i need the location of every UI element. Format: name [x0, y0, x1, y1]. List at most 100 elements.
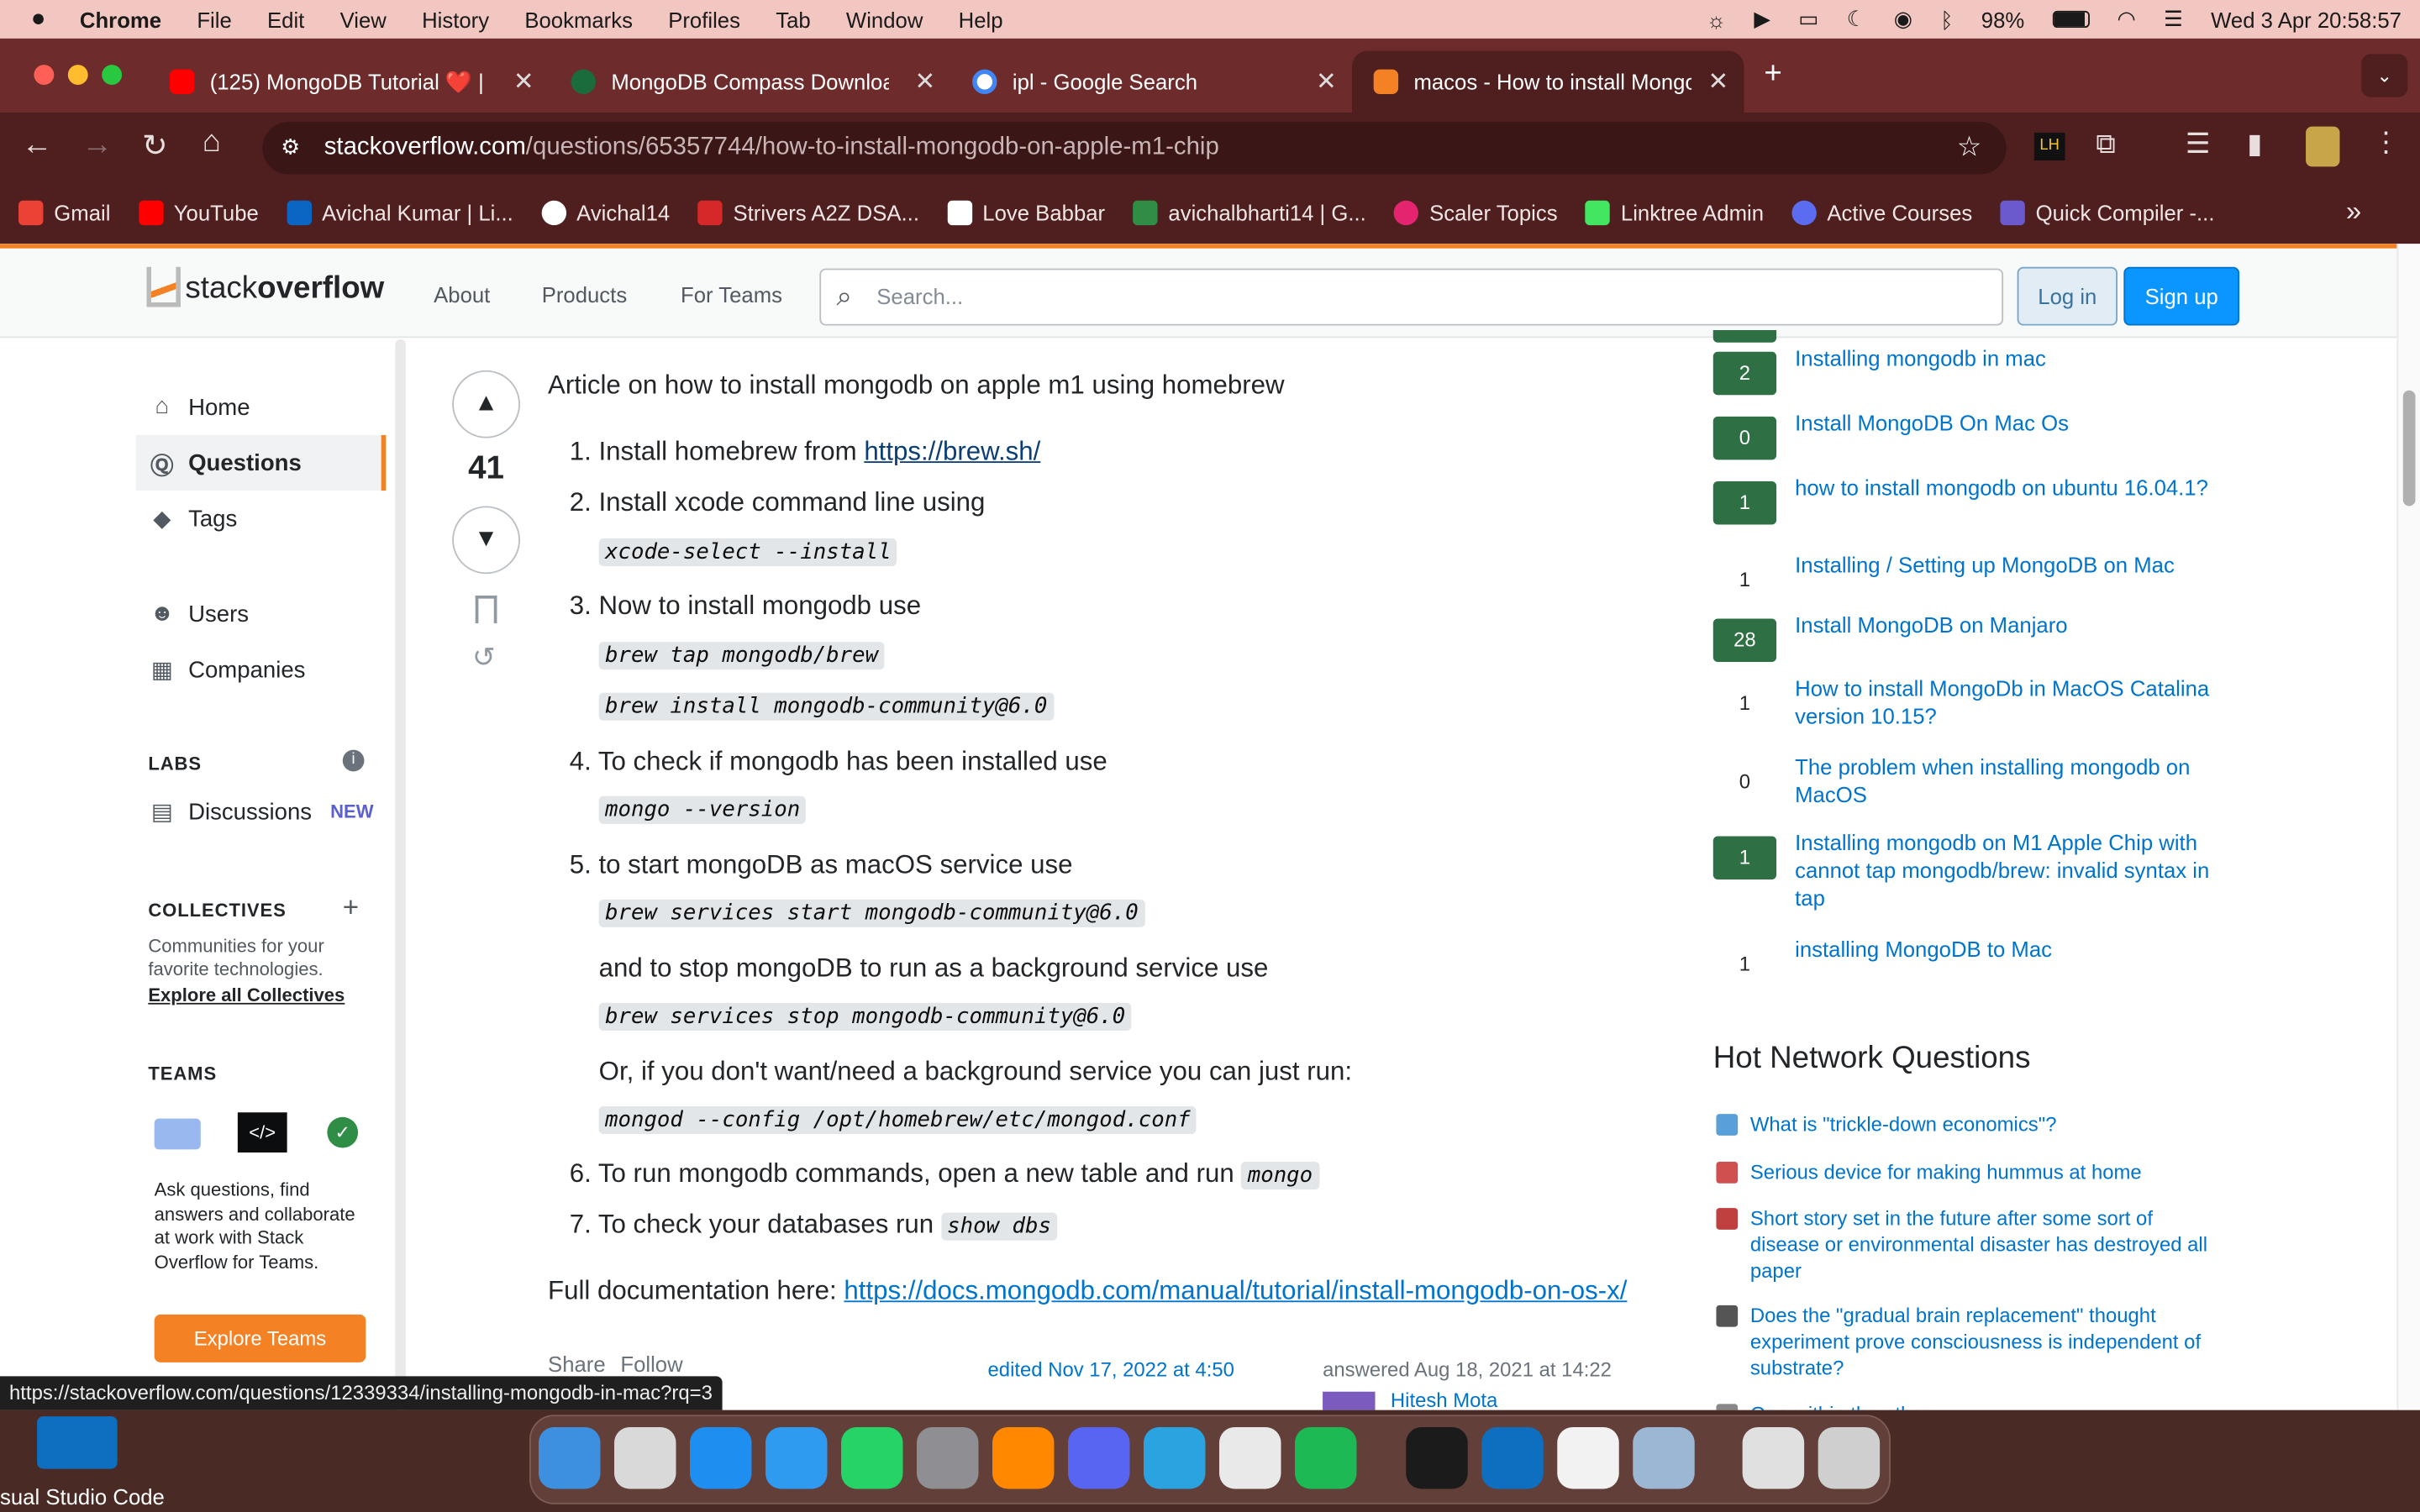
related-question-link[interactable]: The problem when installing mongodb on M…	[1795, 753, 2234, 808]
sidebar-item-companies[interactable]: ▦ Companies	[136, 642, 387, 697]
related-question-link[interactable]: Install MongoDB On Mac Os	[1795, 409, 2234, 437]
bookmark-youtube[interactable]: YouTube	[138, 200, 259, 226]
vscode-window-thumb[interactable]	[37, 1416, 118, 1469]
profile-avatar[interactable]	[2306, 126, 2340, 167]
more-bookmarks-icon[interactable]: »	[2346, 196, 2361, 228]
tab-search-button[interactable]: ⌄	[2361, 54, 2408, 97]
bookmark-github[interactable]: Avichal14	[540, 200, 670, 226]
window-minimize-button[interactable]	[67, 65, 88, 86]
battery-icon[interactable]	[2052, 10, 2090, 29]
explore-collectives-link[interactable]: Explore all Collectives	[148, 984, 345, 1006]
menu-profiles[interactable]: Profiles	[668, 7, 740, 31]
tab-youtube[interactable]: (125) MongoDB Tutorial ❤️ | M ✕	[148, 51, 550, 113]
related-question-link[interactable]: Install MongoDB on Manjaro	[1795, 611, 2234, 638]
bookmark-gmail[interactable]: Gmail	[18, 200, 110, 226]
terminal-icon[interactable]	[1406, 1426, 1468, 1489]
discord-icon[interactable]	[1068, 1426, 1130, 1489]
follow-link[interactable]: Follow	[620, 1352, 682, 1376]
finder-icon[interactable]	[539, 1426, 601, 1489]
hot-question-link[interactable]: Short story set in the future after some…	[1750, 1205, 2213, 1284]
info-icon[interactable]: i	[342, 749, 365, 772]
menubar-clock[interactable]: Wed 3 Apr 20:58:57	[2211, 7, 2402, 31]
docs-link[interactable]: https://docs.mongodb.com/manual/tutorial…	[844, 1276, 1627, 1305]
sidebar-item-users[interactable]: ☻ Users	[136, 586, 387, 642]
battery-percent[interactable]: 98%	[1981, 7, 2024, 31]
bookmark-gfg[interactable]: avichalbharti14 | G...	[1133, 200, 1366, 226]
side-panel-icon[interactable]: ▮	[2247, 128, 2262, 160]
menu-help[interactable]: Help	[959, 7, 1003, 31]
lighthouse-extension-icon[interactable]: LH	[2033, 132, 2065, 161]
apple-icon[interactable]: ●	[31, 5, 46, 33]
chrome-icon[interactable]	[1219, 1426, 1281, 1489]
new-tab-button[interactable]: +	[1764, 57, 1781, 92]
sidebar-item-discussions[interactable]: ▤ Discussions NEW	[136, 784, 387, 839]
safari-icon[interactable]	[765, 1426, 828, 1489]
preview-icon[interactable]	[1633, 1426, 1695, 1489]
bookmark-quick-compiler[interactable]: Quick Compiler -...	[2000, 200, 2214, 226]
related-question-link[interactable]: Installing mongodb in mac	[1795, 344, 2234, 372]
telegram-icon[interactable]	[1144, 1426, 1206, 1489]
app-store-icon[interactable]	[690, 1426, 752, 1489]
bookmark-icon[interactable]	[475, 595, 497, 624]
user-icon[interactable]: ◉	[1894, 6, 1912, 32]
stackoverflow-logo[interactable]: stackoverflow	[146, 266, 384, 307]
related-question-link[interactable]: installing MongoDB to Mac	[1795, 935, 2234, 963]
author-avatar[interactable]	[1323, 1391, 1376, 1410]
edited-timestamp[interactable]: edited Nov 17, 2022 at 4:50	[988, 1357, 1234, 1381]
sidebar-item-tags[interactable]: ◆ Tags	[136, 491, 387, 546]
bookmark-active-courses[interactable]: Active Courses	[1791, 200, 1972, 226]
close-tab-icon[interactable]: ✕	[1708, 66, 1729, 97]
spotify-icon[interactable]	[1295, 1426, 1357, 1489]
bookmark-linktree[interactable]: Linktree Admin	[1585, 200, 1764, 226]
share-link[interactable]: Share	[548, 1352, 606, 1376]
menu-tab[interactable]: Tab	[776, 7, 810, 31]
tab-google-search[interactable]: ipl - Google Search ✕	[950, 51, 1352, 113]
explore-teams-button[interactable]: Explore Teams	[154, 1314, 366, 1362]
close-tab-icon[interactable]: ✕	[1316, 66, 1337, 97]
control-center-icon[interactable]: ☰	[2164, 6, 2183, 32]
nav-for-teams[interactable]: For Teams	[681, 282, 782, 307]
mongodb-compass-icon[interactable]	[1557, 1426, 1619, 1489]
downvote-button[interactable]: ▼	[452, 506, 520, 575]
address-bar[interactable]: ⚙ stackoverflow.com/questions/65357744/h…	[262, 122, 2007, 175]
site-info-icon[interactable]: ⚙	[281, 134, 300, 160]
bookmark-scaler[interactable]: Scaler Topics	[1393, 200, 1558, 226]
window-zoom-button[interactable]	[102, 65, 123, 86]
close-tab-icon[interactable]: ✕	[914, 66, 935, 97]
related-question-link[interactable]: How to install MongoDb in MacOS Catalina…	[1795, 675, 2234, 730]
close-tab-icon[interactable]: ✕	[513, 66, 534, 97]
menu-edit[interactable]: Edit	[267, 7, 304, 31]
bluetooth-icon[interactable]: ᛒ	[1940, 7, 1953, 31]
nav-products[interactable]: Products	[542, 282, 627, 307]
site-search-input[interactable]: ⌕ Search...	[819, 268, 2004, 326]
related-question-link[interactable]: Installing mongodb on M1 Apple Chip with…	[1795, 828, 2234, 911]
author-name[interactable]: Hitesh Mota	[1391, 1389, 1497, 1410]
signup-button[interactable]: Sign up	[2123, 266, 2240, 326]
scrollbar-thumb[interactable]	[2402, 390, 2416, 507]
vlc-icon[interactable]	[992, 1426, 1055, 1489]
nav-about[interactable]: About	[434, 282, 490, 307]
bookmark-star-icon[interactable]: ☆	[1957, 131, 1982, 164]
brew-link[interactable]: https://brew.sh/	[864, 437, 1040, 466]
whatsapp-icon[interactable]	[841, 1426, 903, 1489]
home-button[interactable]: ⌂	[203, 125, 221, 160]
related-question-link[interactable]: how to install mongodb on ubuntu 16.04.1…	[1795, 474, 2234, 501]
menu-app-name[interactable]: Chrome	[80, 7, 161, 31]
back-button[interactable]: ←	[22, 128, 53, 163]
hot-question-link[interactable]: Does the "gradual brain replacement" tho…	[1750, 1302, 2213, 1381]
system-settings-icon[interactable]	[917, 1426, 979, 1489]
window-close-button[interactable]	[34, 65, 55, 86]
history-icon[interactable]: ↺	[472, 642, 496, 675]
screen-mirror-icon[interactable]: ▭	[1798, 6, 1818, 32]
reload-button[interactable]: ↻	[142, 127, 168, 165]
upvote-button[interactable]: ▲	[452, 370, 520, 438]
bookmark-linkedin[interactable]: Avichal Kumar | Li...	[286, 200, 513, 226]
add-collective-icon[interactable]: +	[343, 892, 359, 925]
page-scrollbar[interactable]	[2396, 244, 2420, 1410]
vscode-icon[interactable]	[1481, 1426, 1544, 1489]
wifi-icon[interactable]: ◠	[2117, 6, 2135, 32]
menu-window[interactable]: Window	[846, 7, 923, 31]
tab-mongodb-compass[interactable]: MongoDB Compass Download ✕	[550, 51, 951, 113]
login-button[interactable]: Log in	[2017, 266, 2118, 326]
menu-view[interactable]: View	[340, 7, 387, 31]
